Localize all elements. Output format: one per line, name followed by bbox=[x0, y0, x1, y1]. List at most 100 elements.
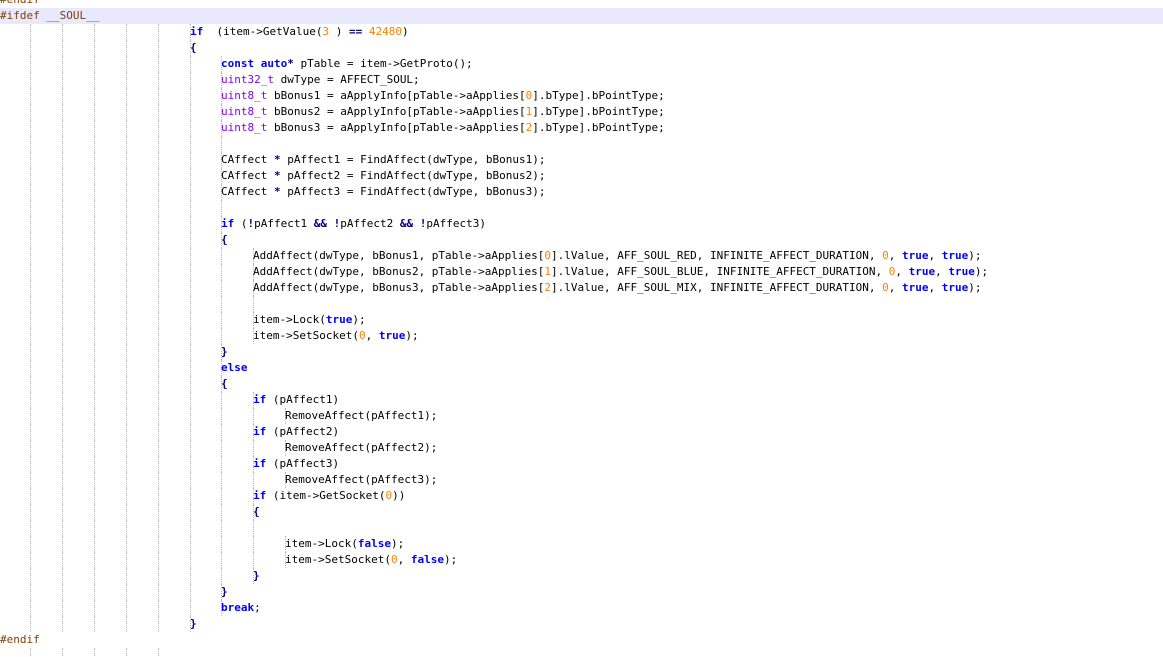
code-line[interactable]: if (item->GetValue(3 ) == 42480) bbox=[0, 24, 1163, 40]
code-line[interactable] bbox=[0, 296, 1163, 312]
code-token: pAffect2 bbox=[340, 217, 400, 230]
code-line[interactable]: #ifdef __SOUL__ bbox=[0, 8, 1163, 24]
code-token: , bbox=[365, 329, 379, 342]
code-line[interactable]: uint8_t bBonus3 = aApplyInfo[pTable->aAp… bbox=[0, 120, 1163, 136]
code-token: )) bbox=[392, 489, 406, 502]
code-line[interactable]: CAffect * pAffect1 = FindAffect(dwType, … bbox=[0, 152, 1163, 168]
code-token: && bbox=[313, 217, 327, 230]
code-token: true bbox=[941, 249, 969, 262]
code-token: (item->GetValue( bbox=[203, 25, 323, 38]
code-token: auto bbox=[260, 57, 288, 70]
code-token: item->SetSocket( bbox=[253, 329, 359, 342]
code-line[interactable]: if (item->GetSocket(0)) bbox=[0, 488, 1163, 504]
code-line[interactable] bbox=[0, 200, 1163, 216]
code-token: else bbox=[221, 361, 248, 374]
code-line[interactable]: uint8_t bBonus1 = aApplyInfo[pTable->aAp… bbox=[0, 88, 1163, 104]
code-line[interactable]: break; bbox=[0, 600, 1163, 616]
code-token: if bbox=[253, 393, 267, 406]
code-line[interactable]: } bbox=[0, 568, 1163, 584]
code-line[interactable]: if (pAffect1) bbox=[0, 392, 1163, 408]
code-token: ].bType].bPointType; bbox=[532, 105, 665, 118]
code-line[interactable]: if (pAffect2) bbox=[0, 424, 1163, 440]
code-token: CAffect bbox=[221, 185, 274, 198]
code-token: pAffect2 = FindAffect(dwType, bBonus2); bbox=[280, 169, 546, 182]
code-token: { bbox=[221, 377, 228, 390]
code-line[interactable]: } bbox=[0, 584, 1163, 600]
code-line[interactable]: item->Lock(true); bbox=[0, 312, 1163, 328]
code-token: ); bbox=[390, 537, 405, 550]
code-line[interactable]: if (pAffect3) bbox=[0, 456, 1163, 472]
code-line[interactable]: uint32_t dwType = AFFECT_SOUL; bbox=[0, 72, 1163, 88]
code-line[interactable]: item->SetSocket(0, false); bbox=[0, 552, 1163, 568]
code-line[interactable]: RemoveAffect(pAffect1); bbox=[0, 408, 1163, 424]
code-token: true bbox=[378, 329, 406, 342]
code-token: * bbox=[287, 57, 294, 70]
code-token: CAffect bbox=[221, 153, 274, 166]
code-token: , bbox=[895, 265, 909, 278]
code-token: 0 bbox=[390, 553, 398, 566]
code-token: 0 bbox=[882, 249, 889, 262]
code-token: pAffect3 = FindAffect(dwType, bBonus3); bbox=[280, 185, 546, 198]
code-line[interactable] bbox=[0, 520, 1163, 536]
code-token: AddAffect(dwType, bBonus2, pTable->aAppl… bbox=[253, 265, 545, 278]
code-line[interactable]: { bbox=[0, 232, 1163, 248]
code-line[interactable]: } bbox=[0, 616, 1163, 632]
code-line[interactable]: else bbox=[0, 360, 1163, 376]
code-token: ].bType].bPointType; bbox=[532, 89, 665, 102]
code-token: } bbox=[253, 569, 260, 582]
code-token: true bbox=[902, 281, 929, 294]
code-token: == bbox=[348, 25, 363, 38]
code-line[interactable]: { bbox=[0, 376, 1163, 392]
code-token: item->Lock( bbox=[253, 313, 326, 326]
code-token: 0 bbox=[358, 329, 366, 342]
code-token: uint8_t bbox=[221, 89, 268, 102]
code-token: bBonus1 = aApplyInfo[pTable->aApplies[ bbox=[267, 89, 526, 102]
code-token: { bbox=[190, 41, 197, 54]
code-token: ); bbox=[405, 329, 419, 342]
code-line[interactable]: AddAffect(dwType, bBonus1, pTable->aAppl… bbox=[0, 248, 1163, 264]
code-token: true bbox=[908, 265, 936, 278]
code-line[interactable]: RemoveAffect(pAffect3); bbox=[0, 472, 1163, 488]
code-token: * bbox=[273, 169, 281, 182]
code-token: #endif bbox=[0, 0, 40, 6]
code-token: } bbox=[221, 585, 228, 598]
code-token: RemoveAffect(pAffect2); bbox=[285, 441, 438, 454]
code-token: item->SetSocket( bbox=[285, 553, 391, 566]
code-token: AddAffect(dwType, bBonus3, pTable->aAppl… bbox=[253, 281, 545, 294]
code-token: , bbox=[935, 265, 949, 278]
code-line[interactable]: #endif bbox=[0, 632, 1163, 648]
code-token: if bbox=[221, 217, 235, 230]
code-token: AddAffect(dwType, bBonus1, pTable->aAppl… bbox=[253, 249, 545, 262]
code-line[interactable]: RemoveAffect(pAffect2); bbox=[0, 440, 1163, 456]
code-token: ; bbox=[254, 601, 261, 614]
code-line[interactable]: CAffect * pAffect2 = FindAffect(dwType, … bbox=[0, 168, 1163, 184]
code-token: false bbox=[410, 553, 444, 566]
code-token: { bbox=[253, 505, 260, 518]
code-token: && bbox=[399, 217, 414, 230]
code-line[interactable]: AddAffect(dwType, bBonus3, pTable->aAppl… bbox=[0, 280, 1163, 296]
code-line[interactable]: { bbox=[0, 40, 1163, 56]
code-line[interactable]: #endif bbox=[0, 0, 1163, 8]
code-line[interactable]: CAffect * pAffect3 = FindAffect(dwType, … bbox=[0, 184, 1163, 200]
code-token: ); bbox=[443, 553, 458, 566]
code-token: RemoveAffect(pAffect1); bbox=[285, 409, 438, 422]
code-token: } bbox=[190, 617, 197, 630]
code-token: , bbox=[397, 553, 411, 566]
code-line[interactable]: uint8_t bBonus2 = aApplyInfo[pTable->aAp… bbox=[0, 104, 1163, 120]
code-token: * bbox=[273, 185, 281, 198]
code-line[interactable]: const auto* pTable = item->GetProto(); bbox=[0, 56, 1163, 72]
code-line[interactable]: item->SetSocket(0, true); bbox=[0, 328, 1163, 344]
code-line[interactable]: } bbox=[0, 344, 1163, 360]
code-line[interactable]: { bbox=[0, 504, 1163, 520]
code-line[interactable] bbox=[0, 648, 1163, 657]
code-line[interactable]: if (!pAffect1 && !pAffect2 && !pAffect3) bbox=[0, 216, 1163, 232]
code-token: if bbox=[190, 25, 204, 38]
code-token: uint32_t bbox=[221, 73, 274, 86]
code-line[interactable]: AddAffect(dwType, bBonus2, pTable->aAppl… bbox=[0, 264, 1163, 280]
code-line[interactable] bbox=[0, 136, 1163, 152]
code-editor[interactable]: #endif #ifdef __SOUL__if (item->GetValue(… bbox=[0, 0, 1163, 657]
code-line[interactable]: item->Lock(false); bbox=[0, 536, 1163, 552]
code-token: (pAffect3) bbox=[266, 457, 340, 470]
